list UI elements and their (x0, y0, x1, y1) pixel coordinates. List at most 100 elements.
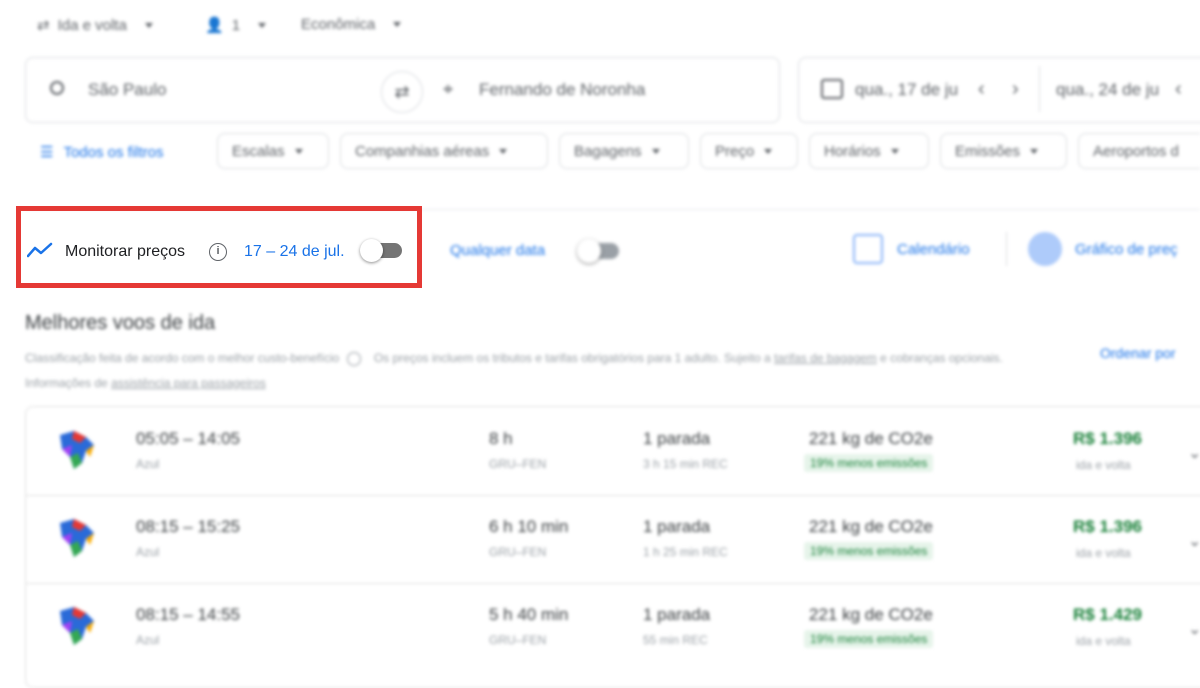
chip-bagagens[interactable]: Bagagens (559, 133, 689, 169)
price-graph-icon (1028, 232, 1062, 266)
flight-duration: 8 h (489, 429, 513, 448)
prev-date-chevron-icon[interactable]: ‹ (978, 78, 985, 101)
price-note: ida e volta (1076, 546, 1131, 560)
flight-list: 05:05 – 14:05 Azul 8 h GRU–FEN 1 parada … (25, 406, 1200, 688)
location-pin-icon: ⌖ (443, 79, 454, 99)
chip-label: Aeroportos d (1093, 142, 1179, 160)
sort-button[interactable]: Ordenar por (1100, 345, 1175, 361)
flight-times: 08:15 – 15:25 (136, 517, 240, 536)
highlight-box (16, 206, 422, 288)
flight-price: R$ 1.429 (1073, 605, 1142, 624)
destination-input[interactable]: Fernando de Noronha (479, 80, 645, 100)
calendar-button[interactable]: Calendário (897, 241, 970, 258)
swap-locations-button[interactable]: ⇄ (381, 71, 423, 113)
any-date-toggle[interactable] (577, 239, 619, 263)
flight-stops: 1 parada (643, 429, 711, 448)
subtitle-text: Classificação feita de acordo com o melh… (25, 351, 340, 365)
chevron-down-icon (890, 148, 899, 154)
origin-input[interactable]: São Paulo (88, 80, 166, 100)
chevron-down-icon (651, 148, 660, 154)
flight-co2: 221 kg de CO2e (809, 605, 933, 624)
chip-aeroportos[interactable]: Aeroportos d (1078, 133, 1200, 169)
flight-times: 05:05 – 14:05 (136, 429, 240, 448)
swap-arrows-icon: ⇄ (37, 17, 50, 34)
chevron-down-icon (144, 22, 153, 28)
chip-emissoes[interactable]: Emissões (940, 133, 1067, 169)
flight-route: GRU–FEN (489, 457, 547, 471)
swap-arrows-icon: ⇄ (394, 81, 410, 102)
cabin-label: Econômica (301, 16, 376, 33)
all-filters-label: Todos os filtros (63, 143, 164, 161)
flight-stop-detail: 55 min REC (643, 633, 708, 647)
toggle-knob (577, 239, 601, 263)
flight-stops: 1 parada (643, 517, 711, 536)
flight-duration: 6 h 10 min (489, 517, 569, 536)
flight-row[interactable]: 08:15 – 15:25 Azul 6 h 10 min GRU–FEN 1 … (26, 495, 1200, 584)
airline-logo-icon (60, 519, 94, 557)
view-divider (1006, 232, 1007, 266)
baggage-fees-link[interactable]: tarifas de bagagem (774, 351, 877, 365)
chevron-down-icon (1030, 148, 1039, 154)
person-icon: 👤 (205, 17, 224, 34)
results-subtitle: Classificação feita de acordo com o melh… (25, 346, 1065, 396)
price-graph-button[interactable]: Gráfico de preç (1075, 241, 1178, 258)
info-icon[interactable] (346, 351, 361, 366)
chevron-down-icon (294, 148, 303, 154)
next-date-chevron-icon[interactable]: › (1012, 78, 1019, 101)
passengers-select[interactable]: 👤 1 (205, 16, 267, 34)
emissions-badge: 19% menos emissões (804, 630, 934, 648)
passengers-label: 1 (231, 16, 241, 34)
flight-duration: 5 h 40 min (489, 605, 569, 624)
any-date-label: Qualquer data (450, 242, 546, 259)
flight-row[interactable]: 05:05 – 14:05 Azul 8 h GRU–FEN 1 parada … (26, 407, 1200, 496)
return-date-input[interactable]: qua., 24 de ju (1056, 80, 1168, 100)
price-note: ida e volta (1076, 458, 1131, 472)
chevron-down-icon (258, 22, 267, 28)
depart-date-input[interactable]: qua., 17 de ju (855, 80, 967, 100)
flight-price: R$ 1.396 (1073, 517, 1142, 536)
flight-airline: Azul (136, 633, 160, 647)
airline-logo-icon (60, 431, 94, 469)
chip-label: Companhias aéreas (355, 142, 490, 160)
flight-route: GRU–FEN (489, 633, 547, 647)
expand-chevron-icon[interactable]: ⌄ (1188, 619, 1200, 639)
chevron-down-icon (499, 148, 508, 154)
flight-airline: Azul (136, 457, 160, 471)
chip-escalas[interactable]: Escalas (217, 133, 329, 169)
chevron-down-icon (393, 22, 402, 27)
all-filters-button[interactable]: ☰ Todos os filtros (40, 143, 164, 162)
prev-return-chevron-icon[interactable]: ‹ (1175, 78, 1182, 101)
chip-label: Horários (824, 142, 881, 160)
chip-preco[interactable]: Preço (700, 133, 798, 169)
emissions-badge: 19% menos emissões (804, 454, 934, 472)
trip-type-select[interactable]: ⇄ Ida e volta (37, 16, 153, 34)
passenger-assistance-link[interactable]: assistência para passageiros (111, 376, 266, 390)
flight-airline: Azul (136, 545, 160, 559)
flight-row[interactable]: 08:15 – 14:55 Azul 5 h 40 min GRU–FEN 1 … (26, 583, 1200, 671)
flight-price: R$ 1.396 (1073, 429, 1142, 448)
calendar-grid-icon (853, 234, 883, 264)
flight-stop-detail: 3 h 15 min REC (643, 457, 728, 471)
chip-label: Preço (715, 142, 755, 160)
chip-label: Bagagens (574, 142, 642, 160)
flight-co2: 221 kg de CO2e (809, 429, 933, 448)
chevron-down-icon (764, 148, 773, 154)
chip-companhias[interactable]: Companhias aéreas (340, 133, 548, 169)
results-heading: Melhores voos de ida (25, 312, 216, 334)
cabin-select[interactable]: Econômica (301, 16, 402, 33)
filter-sliders-icon: ☰ (40, 144, 54, 161)
airline-logo-icon (60, 607, 94, 645)
trip-type-label: Ida e volta (57, 16, 127, 34)
emissions-badge: 19% menos emissões (804, 542, 934, 560)
chip-label: Emissões (955, 142, 1021, 160)
chip-label: Escalas (232, 142, 285, 160)
origin-circle-icon (50, 81, 64, 95)
flight-stop-detail: 1 h 25 min REC (643, 545, 728, 559)
price-note: ida e volta (1076, 634, 1131, 648)
expand-chevron-icon[interactable]: ⌄ (1188, 531, 1200, 551)
date-divider (1039, 66, 1040, 112)
flight-stops: 1 parada (643, 605, 711, 624)
subtitle-text: Os preços incluem os tributos e tarifas … (373, 351, 771, 365)
chip-horarios[interactable]: Horários (809, 133, 929, 169)
expand-chevron-icon[interactable]: ⌄ (1188, 443, 1200, 463)
